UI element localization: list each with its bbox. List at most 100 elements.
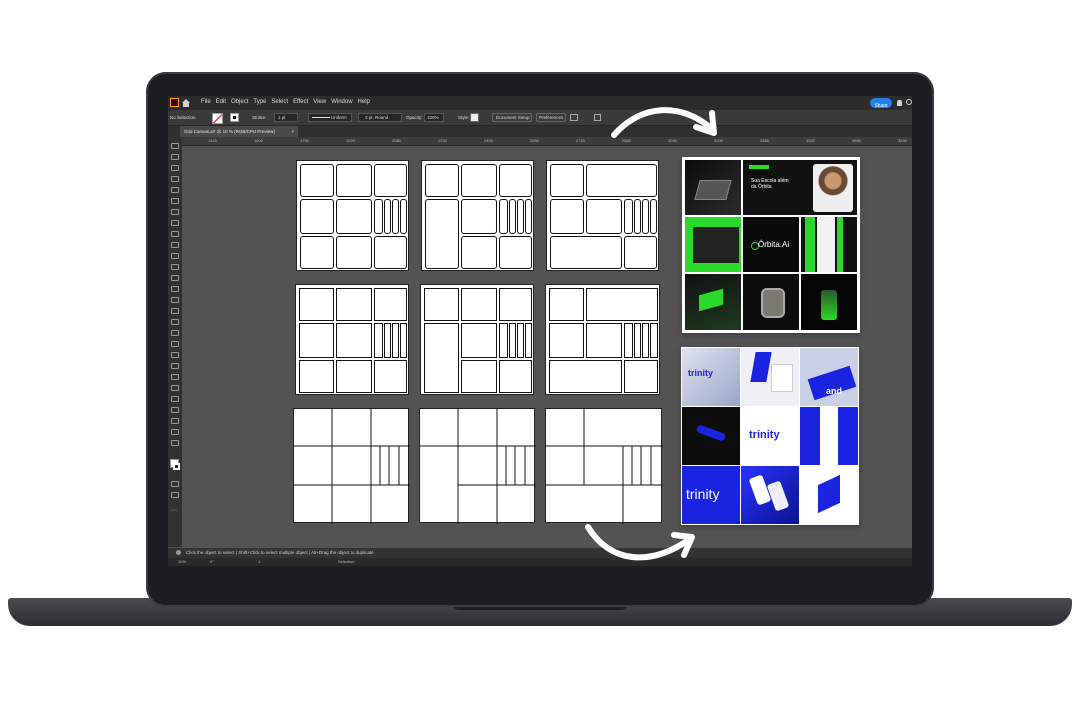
notification-bell-icon[interactable]: [897, 100, 902, 106]
shape-builder-tool-icon[interactable]: [171, 319, 179, 325]
opacity-field[interactable]: 100%: [424, 113, 444, 122]
grid-cell: [425, 164, 459, 197]
lasso-tool-icon[interactable]: [171, 176, 179, 182]
grid-cell: [550, 199, 584, 234]
ai-app-icon[interactable]: [170, 98, 179, 107]
grid-artboard[interactable]: [293, 408, 410, 524]
selection-status: No Selection: [170, 115, 196, 120]
share-button[interactable]: Share: [870, 98, 892, 109]
magic-wand-tool-icon[interactable]: [171, 165, 179, 171]
preferences-button[interactable]: Preferences: [536, 113, 566, 122]
grid-artboard[interactable]: [419, 408, 536, 524]
column-graph-tool-icon[interactable]: [171, 396, 179, 402]
grid-cell: [336, 323, 372, 358]
stroke-weight-field[interactable]: 1 pt: [274, 113, 298, 122]
screen-mode-icon[interactable]: [171, 492, 179, 498]
grid-cell: [499, 323, 508, 358]
width-tool-icon[interactable]: [171, 297, 179, 303]
grid-cell: [461, 360, 497, 393]
grid-lines: [420, 409, 536, 524]
menu-type[interactable]: Type: [253, 99, 266, 105]
gradient-tool-icon[interactable]: [171, 352, 179, 358]
ruler-tick: 2720: [576, 138, 585, 143]
brush-definition[interactable]: 3 pt. Round: [358, 113, 402, 122]
pencil-tool-icon[interactable]: [171, 253, 179, 259]
direct-selection-tool-icon[interactable]: [171, 154, 179, 160]
grid-artboard[interactable]: [545, 284, 660, 395]
menu-edit[interactable]: Edit: [216, 99, 226, 105]
ruler-tick: 2560: [530, 138, 539, 143]
grid-cell: [499, 164, 532, 197]
blue-collage: trinity and trinity trinity: [681, 347, 859, 525]
grid-artboard[interactable]: [421, 160, 534, 271]
mesh-tool-icon[interactable]: [171, 341, 179, 347]
stroke-color-icon[interactable]: [173, 463, 180, 470]
close-icon[interactable]: ×: [291, 126, 294, 137]
grid-cell: [461, 199, 497, 234]
menu-select[interactable]: Select: [271, 99, 288, 105]
grid-artboard[interactable]: [295, 284, 409, 395]
horizontal-ruler: 1440 1600 1760 1920 2080 2240 2400 2560 …: [182, 137, 912, 146]
artboard-tool-icon[interactable]: [171, 407, 179, 413]
grid-cell: [634, 199, 641, 234]
grid-cell: [384, 199, 391, 234]
free-transform-tool-icon[interactable]: [171, 308, 179, 314]
arrange-icon[interactable]: [570, 114, 578, 121]
scale-tool-icon[interactable]: [171, 286, 179, 292]
stroke-swatch[interactable]: [230, 113, 239, 122]
blend-tool-icon[interactable]: [171, 374, 179, 380]
perspective-grid-tool-icon[interactable]: [171, 330, 179, 336]
eraser-tool-icon[interactable]: [171, 264, 179, 270]
paintbrush-tool-icon[interactable]: [171, 242, 179, 248]
type-tool-icon[interactable]: [171, 209, 179, 215]
brand-wordmark: trinity: [749, 429, 780, 441]
status-mode[interactable]: Selection: [338, 559, 354, 564]
grid-cell: [586, 199, 622, 234]
variable-width-profile[interactable]: Uniform: [308, 113, 352, 122]
menu-file[interactable]: File: [201, 99, 211, 105]
selection-tool-icon[interactable]: [171, 143, 179, 149]
graphic-style-swatch[interactable]: [470, 113, 479, 122]
grid-cell: [374, 288, 407, 321]
artboard-navigator[interactable]: 1: [258, 559, 260, 564]
rotation-value[interactable]: 0°: [210, 559, 214, 564]
eyedropper-tool-icon[interactable]: [171, 363, 179, 369]
slice-tool-icon[interactable]: [171, 418, 179, 424]
menu-object[interactable]: Object: [231, 99, 248, 105]
stripe-tile: [801, 217, 857, 272]
document-setup-button[interactable]: Document Setup: [492, 113, 532, 122]
drawing-modes-icon[interactable]: [171, 481, 179, 487]
rotate-tool-icon[interactable]: [171, 275, 179, 281]
grid-artboard[interactable]: [546, 160, 659, 271]
grid-cell: [650, 199, 657, 234]
curvature-tool-icon[interactable]: [171, 198, 179, 204]
rectangle-tool-icon[interactable]: [171, 231, 179, 237]
hand-tool-icon[interactable]: [171, 429, 179, 435]
pen-tool-icon[interactable]: [171, 187, 179, 193]
grid-cell: [424, 323, 459, 393]
grid-artboard[interactable]: [296, 160, 409, 271]
ruler-tick: 2240: [438, 138, 447, 143]
grid-cell: [374, 360, 407, 393]
home-icon-body: [183, 103, 189, 107]
info-icon: [176, 550, 181, 555]
green-collage: Sua Escola além da Órbita Órbita.Ai: [682, 157, 860, 333]
grid-cell: [336, 164, 372, 197]
line-tool-icon[interactable]: [171, 220, 179, 226]
grid-artboard[interactable]: [545, 408, 663, 524]
fill-swatch[interactable]: [212, 113, 223, 124]
search-icon[interactable]: [906, 99, 912, 105]
grid-artboard[interactable]: [420, 284, 534, 395]
grid-cell: [586, 323, 622, 358]
symbol-sprayer-tool-icon[interactable]: [171, 385, 179, 391]
menu-effect[interactable]: Effect: [293, 99, 308, 105]
zoom-level[interactable]: 10%: [178, 559, 186, 564]
menu-help[interactable]: Help: [358, 99, 370, 105]
document-tab[interactable]: Grid Canvas.ai* @ 10 % (RGB/CPU Preview)…: [180, 126, 298, 137]
menu-window[interactable]: Window: [331, 99, 352, 105]
stationery-tile: [741, 348, 799, 406]
menu-view[interactable]: View: [313, 99, 326, 105]
zoom-tool-icon[interactable]: [171, 440, 179, 446]
more-tools-icon[interactable]: ⋯: [171, 507, 177, 514]
grid-cell: [549, 360, 622, 393]
